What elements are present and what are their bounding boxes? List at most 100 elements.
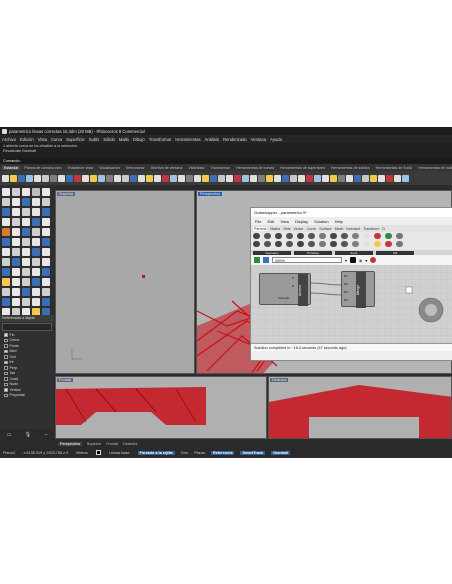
selected-point[interactable] bbox=[142, 275, 145, 278]
tool-icon[interactable] bbox=[32, 268, 40, 276]
tool-icon[interactable] bbox=[22, 238, 30, 246]
gh-tab[interactable]: Curve bbox=[307, 227, 317, 231]
toolbar-icon[interactable] bbox=[282, 174, 289, 182]
gh-component-icon[interactable] bbox=[330, 233, 337, 239]
tool-icon[interactable] bbox=[2, 278, 10, 286]
gh-component-icon[interactable] bbox=[264, 233, 271, 239]
status-toggle[interactable]: Orto bbox=[181, 451, 188, 455]
tool-icon[interactable] bbox=[2, 268, 10, 276]
tool-icon[interactable] bbox=[12, 278, 20, 286]
tool-icon[interactable] bbox=[2, 208, 10, 216]
menu-item[interactable]: Archivo bbox=[2, 137, 16, 142]
menu-item[interactable]: Vista bbox=[38, 137, 47, 142]
tool-icon[interactable] bbox=[32, 258, 40, 266]
checkbox[interactable] bbox=[4, 371, 8, 375]
gh-component-icon[interactable] bbox=[374, 241, 381, 247]
tool-icon[interactable] bbox=[42, 258, 50, 266]
tool-icon[interactable] bbox=[42, 188, 50, 196]
menu-item[interactable]: Ventana bbox=[251, 137, 266, 142]
toolbar-tab[interactable]: Establecer vista bbox=[66, 166, 95, 170]
toolbar-icon[interactable] bbox=[42, 174, 49, 182]
toolbar-icon[interactable] bbox=[170, 174, 177, 182]
gh-component-icon[interactable] bbox=[396, 241, 403, 247]
gh-menu-item[interactable]: Help bbox=[335, 219, 343, 224]
status-toggle[interactable]: Forzado a la rejilla bbox=[137, 450, 175, 455]
gh-component-icon[interactable] bbox=[319, 241, 326, 247]
dropdown-icon[interactable]: ▾ bbox=[345, 258, 347, 263]
toolbar-icon[interactable] bbox=[138, 174, 145, 182]
tool-icon[interactable] bbox=[12, 298, 20, 306]
osnap-filter-field[interactable] bbox=[2, 323, 52, 331]
gh-tab[interactable]: Vector bbox=[293, 227, 303, 231]
toolbar-icon[interactable] bbox=[306, 174, 313, 182]
gh-component-icon[interactable] bbox=[253, 241, 260, 247]
toolbar-icon[interactable] bbox=[66, 174, 73, 182]
checkbox[interactable] bbox=[4, 388, 8, 392]
toolbar-icon[interactable] bbox=[154, 174, 161, 182]
toolbar-icon[interactable] bbox=[234, 174, 241, 182]
gh-component-icon[interactable] bbox=[253, 233, 260, 239]
tool-icon[interactable] bbox=[22, 208, 30, 216]
tool-icon[interactable] bbox=[12, 258, 20, 266]
toolbar-tab[interactable]: Herramientas de superficies bbox=[278, 166, 327, 170]
toolbar-icon[interactable] bbox=[98, 174, 105, 182]
menu-item[interactable]: Ayuda bbox=[270, 137, 282, 142]
toolbar-tab[interactable]: Herramientas de sólidos bbox=[329, 166, 372, 170]
toolbar-icon[interactable] bbox=[2, 174, 9, 182]
gh-component-icon[interactable] bbox=[308, 241, 315, 247]
tool-icon[interactable] bbox=[42, 248, 50, 256]
viewport-tab[interactable]: Derecha bbox=[123, 442, 137, 446]
viewport-top[interactable]: Superior bbox=[55, 190, 195, 374]
tool-icon[interactable] bbox=[42, 268, 50, 276]
gh-component-icon[interactable] bbox=[385, 241, 392, 247]
tool-icon[interactable] bbox=[22, 278, 30, 286]
toolbar-icon[interactable] bbox=[226, 174, 233, 182]
zoom-field[interactable]: 200% bbox=[272, 257, 342, 263]
tool-icon[interactable] bbox=[12, 228, 20, 236]
minus-icon[interactable]: – bbox=[45, 432, 48, 438]
status-toggle[interactable]: Gumball bbox=[271, 450, 291, 455]
toolbar-tab[interactable]: Herramientas de curvas bbox=[234, 166, 276, 170]
toolbar-icon[interactable] bbox=[122, 174, 129, 182]
tool-icon[interactable] bbox=[2, 238, 10, 246]
toolbar-icon[interactable] bbox=[322, 174, 329, 182]
toolbar-icon[interactable] bbox=[346, 174, 353, 182]
toolbar-icon[interactable] bbox=[370, 174, 377, 182]
eye-icon[interactable]: ◉ bbox=[359, 258, 362, 263]
tool-icon[interactable] bbox=[32, 218, 40, 226]
checkbox[interactable] bbox=[4, 360, 8, 364]
checkbox[interactable] bbox=[4, 355, 8, 359]
toolbar-icon[interactable] bbox=[186, 174, 193, 182]
menu-item[interactable]: Renderizado bbox=[223, 137, 247, 142]
toolbar-icon[interactable] bbox=[194, 174, 201, 182]
gh-component-icon[interactable] bbox=[275, 241, 282, 247]
gh-category[interactable]: Util bbox=[376, 250, 414, 255]
menu-item[interactable]: Edición bbox=[20, 137, 34, 142]
toolbar-icon[interactable] bbox=[130, 174, 137, 182]
toolbar-icon[interactable] bbox=[26, 174, 33, 182]
gh-component-icon[interactable] bbox=[363, 233, 370, 239]
toolbar-icon[interactable] bbox=[298, 174, 305, 182]
gh-menu-item[interactable]: Solution bbox=[314, 219, 328, 224]
gh-tab[interactable]: Intersect bbox=[346, 227, 360, 231]
checkbox[interactable] bbox=[4, 344, 8, 348]
gh-tab[interactable]: Maths bbox=[270, 227, 280, 231]
toolbar-icon[interactable] bbox=[386, 174, 393, 182]
checkbox[interactable] bbox=[4, 366, 8, 370]
tool-icon[interactable] bbox=[32, 298, 40, 306]
toolbar-icon[interactable] bbox=[106, 174, 113, 182]
dice-icon[interactable] bbox=[349, 257, 356, 263]
toolbar-tab[interactable]: Herramientas de SubD bbox=[374, 166, 415, 170]
toolbar-icon[interactable] bbox=[354, 174, 361, 182]
tool-icon[interactable] bbox=[32, 278, 40, 286]
toolbar-tab[interactable]: Transformar bbox=[209, 166, 232, 170]
menu-item[interactable]: Herramientas bbox=[175, 137, 200, 142]
save-icon[interactable] bbox=[263, 257, 269, 263]
toolbar-icon[interactable] bbox=[202, 174, 209, 182]
gh-tab[interactable]: Params bbox=[253, 226, 268, 231]
gh-category[interactable]: Primitive bbox=[294, 250, 332, 255]
toolbar-icon[interactable] bbox=[402, 174, 409, 182]
status-toggle[interactable]: Planar bbox=[194, 451, 205, 455]
gh-component-icon[interactable] bbox=[374, 233, 381, 239]
gh-category[interactable]: Geometry bbox=[253, 250, 291, 255]
